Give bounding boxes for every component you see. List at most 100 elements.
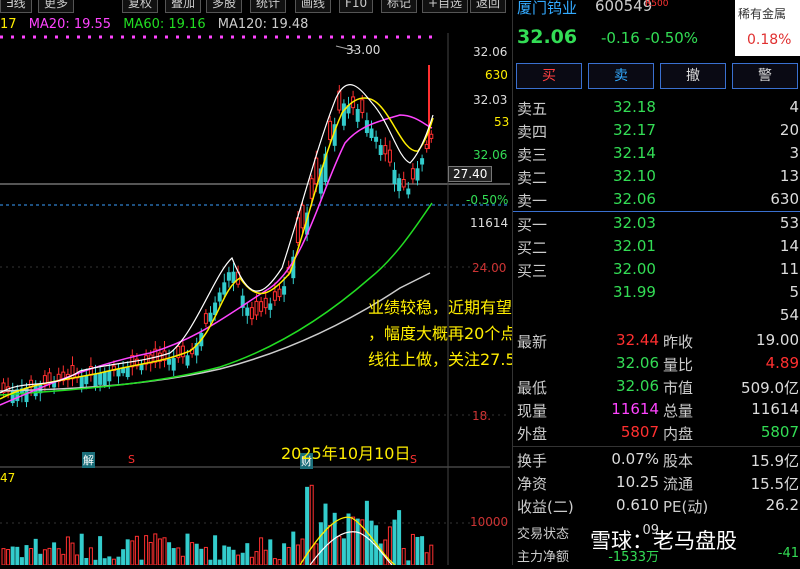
ask-row-5[interactable]: 卖五 32.18 4 — [513, 98, 800, 121]
cancel-order-button[interactable]: 撤 — [660, 63, 726, 89]
ask-row-2[interactable]: 卖二 32.10 13 — [513, 167, 800, 190]
volume-bar — [157, 538, 162, 566]
stat-label: PE(动) — [663, 498, 709, 516]
s-marker-1[interactable]: S — [128, 453, 135, 466]
sector-box[interactable]: 稀有金属 0.18% — [735, 0, 800, 56]
unlock-marker[interactable]: 解 — [82, 452, 95, 468]
stat-row-6: 换手 0.07% 股本 15.9亿 — [513, 450, 800, 473]
bid-volume: 53 — [779, 214, 799, 232]
volume-bar — [415, 536, 420, 566]
multi-stock-button[interactable]: 多股 — [206, 0, 243, 13]
volume-bar — [328, 524, 333, 566]
candle — [102, 371, 107, 386]
candle — [139, 364, 144, 371]
bid-label: 买二 — [517, 239, 548, 257]
candle — [245, 307, 250, 316]
lower-pane-label: 47 — [0, 471, 16, 485]
bid-row-1[interactable]: 买一 32.03 53 — [513, 214, 800, 237]
volume-bar — [259, 537, 264, 566]
stats-button[interactable]: 统计 — [250, 0, 287, 13]
bid-row-4[interactable]: 31.99 5 — [513, 283, 800, 306]
kline-tab[interactable]: ∃线 — [0, 0, 32, 13]
volume-bar — [1, 548, 6, 566]
ask-price: 32.18 — [613, 98, 656, 116]
volume-bar — [65, 536, 70, 566]
candle — [222, 282, 227, 295]
volume-bars — [1, 484, 434, 566]
stat-value: 0.07% — [611, 450, 659, 468]
volume-bar — [185, 533, 190, 566]
volume-bar — [420, 536, 425, 566]
volume-bar — [38, 553, 43, 566]
bid-row-2[interactable]: 买二 32.01 14 — [513, 237, 800, 260]
volume-bar — [245, 543, 250, 566]
volume-bar — [401, 547, 406, 566]
volume-bar — [47, 547, 52, 566]
candle — [259, 301, 264, 312]
bid-volume: 14 — [779, 237, 799, 255]
volume-bar — [162, 537, 167, 566]
ma-partial: 17 — [0, 17, 17, 32]
sell-button[interactable]: 卖 — [588, 63, 654, 89]
candle — [415, 168, 420, 181]
bid-row-3[interactable]: 买三 32.00 11 — [513, 260, 800, 283]
stat-label: 量比 — [663, 356, 694, 374]
candle — [420, 158, 425, 165]
stat-value: 11614 — [751, 400, 799, 418]
volume-bar — [268, 539, 273, 566]
ma60-label: MA60: 19.16 — [123, 17, 206, 32]
add-watchlist-button[interactable]: +自选 — [422, 0, 469, 13]
stat-label: 市值 — [663, 379, 694, 397]
ask-volume: 4 — [789, 98, 799, 116]
volume-bar — [392, 519, 397, 566]
watermark: 雪球：老马盘股 — [590, 529, 737, 553]
ma20-label: MA20: 19.55 — [28, 17, 112, 32]
back-button[interactable]: 返回 — [470, 0, 507, 13]
more-button[interactable]: 更多 — [38, 0, 75, 13]
f10-button[interactable]: F10 — [339, 0, 374, 13]
volume-bar — [130, 540, 135, 566]
axis-18: 18. — [472, 409, 492, 423]
volume-bar — [208, 559, 213, 566]
volume-bar — [167, 542, 172, 566]
s-marker-2[interactable]: S — [410, 453, 417, 466]
stat-value: 509.0亿 — [741, 379, 799, 397]
candle — [360, 99, 365, 113]
volume-bar — [355, 518, 360, 566]
volume-bar — [236, 554, 241, 566]
axis-vol-630: 630 — [485, 68, 508, 82]
ask-price: 32.14 — [613, 144, 656, 162]
price-change-pct: -0.50% — [645, 29, 699, 47]
ask-row-3[interactable]: 卖三 32.14 3 — [513, 144, 800, 167]
ask-label: 卖四 — [517, 123, 548, 141]
volume-bar — [249, 556, 254, 566]
bid-row-5[interactable]: 54 — [513, 306, 800, 329]
ask-row-4[interactable]: 卖四 32.17 20 — [513, 121, 800, 144]
candle — [341, 103, 346, 126]
volume-bar — [15, 546, 20, 566]
restore-button[interactable]: 复权 — [122, 0, 159, 13]
overlay-button[interactable]: 叠加 — [165, 0, 202, 13]
axis-price-3: 32.06 — [473, 148, 508, 162]
volume-bar — [171, 548, 176, 566]
ask-price: 32.10 — [613, 167, 656, 185]
volume-bar — [406, 560, 411, 566]
stat-label: 收益(二) — [517, 498, 574, 516]
stat-label: 现量 — [517, 402, 548, 420]
stat-value: 26.2 — [765, 496, 799, 514]
volume-bar — [125, 539, 130, 566]
ask-row-1[interactable]: 卖一 32.06 630 — [513, 190, 800, 213]
draw-line-button[interactable]: 画线 — [295, 0, 332, 13]
bid-label: 买三 — [517, 262, 548, 280]
volume-bar — [226, 546, 231, 566]
bid-volume: 11 — [779, 260, 799, 278]
volume-bar — [111, 558, 116, 566]
stock-name[interactable]: 厦门钨业 — [517, 0, 577, 18]
mark-button[interactable]: 标记 — [381, 0, 418, 13]
candle — [429, 133, 434, 139]
stat-label: 流通 — [663, 475, 694, 493]
candle — [387, 149, 392, 163]
axis-vol-53: 53 — [494, 115, 510, 129]
buy-button[interactable]: 买 — [516, 63, 582, 89]
alert-button[interactable]: 警 — [732, 63, 798, 89]
